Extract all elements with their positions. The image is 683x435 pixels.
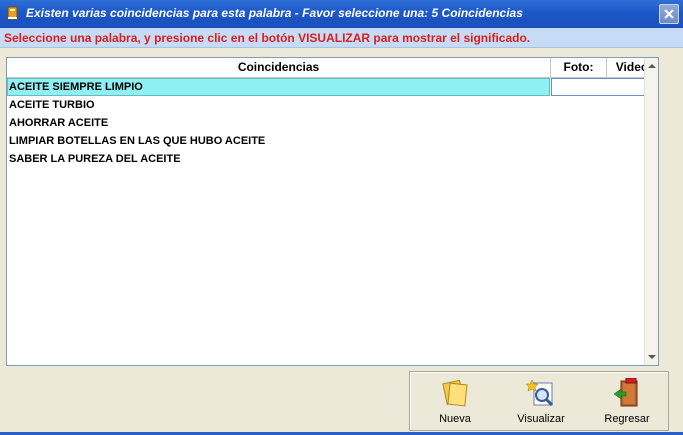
list-item[interactable]: ACEITE TURBIO <box>7 96 644 114</box>
magnifier-document-icon <box>525 378 556 408</box>
list-item[interactable]: SABER LA PUREZA DEL ACEITE <box>7 150 644 168</box>
list-item-label: SABER LA PUREZA DEL ACEITE <box>9 153 181 165</box>
list-item-label: LIMPIAR BOTELLAS EN LAS QUE HUBO ACEITE <box>9 135 266 147</box>
instruction-text: Seleccione una palabra, y presione clic … <box>4 31 531 45</box>
dialog-window: Existen varias coincidencias para esta p… <box>0 0 683 435</box>
list-item[interactable]: LIMPIAR BOTELLAS EN LAS QUE HUBO ACEITE <box>7 132 644 150</box>
close-button[interactable] <box>659 4 679 24</box>
list-item-label: ACEITE TURBIO <box>9 99 95 111</box>
matches-list: Coincidencias Foto: Video ACEITE SIEMPRE… <box>6 57 659 366</box>
foto-cell[interactable] <box>551 78 656 96</box>
window-title: Existen varias coincidencias para esta p… <box>26 6 523 20</box>
list-header: Coincidencias Foto: Video <box>7 58 658 78</box>
list-item[interactable]: AHORRAR ACEITE <box>7 114 644 132</box>
scroll-up-icon[interactable] <box>648 64 656 68</box>
scroll-down-icon[interactable] <box>648 355 656 359</box>
new-documents-icon <box>440 378 470 408</box>
visualizar-button[interactable]: Visualizar <box>502 376 580 428</box>
close-icon <box>664 9 674 19</box>
header-coincidencias[interactable]: Coincidencias <box>7 58 551 77</box>
book-icon <box>6 6 20 20</box>
exit-door-icon <box>612 377 642 408</box>
regresar-label: Regresar <box>604 413 650 425</box>
nueva-button[interactable]: Nueva <box>416 376 494 428</box>
regresar-button[interactable]: Regresar <box>588 376 666 428</box>
button-panel: Nueva Visualizar Regresar <box>409 371 669 431</box>
list-item[interactable]: ACEITE SIEMPRE LIMPIO <box>7 78 656 96</box>
instruction-bar: Seleccione una palabra, y presione clic … <box>0 28 683 48</box>
title-bar: Existen varias coincidencias para esta p… <box>0 0 683 28</box>
vertical-scrollbar[interactable] <box>644 58 658 365</box>
list-item-label: AHORRAR ACEITE <box>9 117 109 129</box>
list-item-label: ACEITE SIEMPRE LIMPIO <box>9 81 143 93</box>
header-foto[interactable]: Foto: <box>551 58 607 77</box>
nueva-label: Nueva <box>439 413 471 425</box>
visualizar-label: Visualizar <box>517 413 565 425</box>
